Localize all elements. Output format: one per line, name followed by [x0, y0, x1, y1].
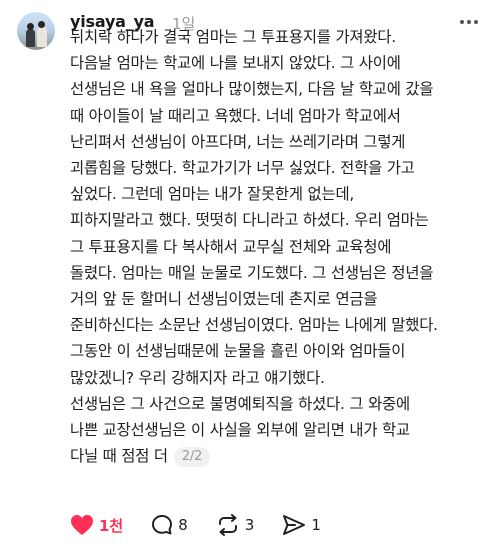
post-line: 준비하신다는 소문난 선생님이였다. 엄마는 나에게 말했다. — [70, 316, 438, 335]
post-line: 다음날 엄마는 학교에 나를 보내지 않았다. 그 사이에 — [70, 54, 401, 73]
post-line: 피하지말라고 했다. 떳떳히 다니라고 하셨다. 우리 엄마는 — [70, 211, 429, 230]
post-line: 그 투표용지를 다 복사해서 교무실 전체와 교육청에 — [70, 237, 392, 256]
like-button[interactable]: 1천 — [70, 514, 123, 536]
share-count: 1 — [311, 516, 321, 534]
post-line: 많았겠니? 우리 강해지자 라고 얘기했다. — [70, 368, 325, 387]
post-line: 때 아이들이 날 때리고 욕했다. 너네 엄마가 학교에서 — [70, 106, 401, 125]
post-line: 거의 앞 둔 할머니 선생님이였는데 촌지로 연금을 — [70, 290, 378, 309]
post-line: 난리펴서 선생님이 아프다며, 너는 쓰레기라며 그렇게 — [70, 132, 406, 151]
like-count: 1천 — [99, 516, 124, 535]
post-line: 선생님은 그 사건으로 불명예퇴직을 하셨다. 그 와중에 — [70, 394, 410, 413]
post-line: 괴롭힘을 당했다. 학교가기가 너무 싫었다. 전학을 가고 — [70, 159, 415, 178]
avatar-figure — [27, 23, 34, 30]
page-indicator-badge: 2/2 — [173, 447, 211, 468]
post-line: 선생님은 내 욕을 얼마나 많이했는지, 다음 날 학교에 갔을 — [70, 80, 434, 99]
share-button[interactable]: 1 — [282, 514, 321, 536]
avatar-figure — [37, 27, 47, 47]
post-line: 뒤치락 하다가 결국 엄마는 그 투표용지를 가져왔다. — [70, 28, 396, 46]
repost-icon — [218, 514, 237, 536]
repost-button[interactable]: 3 — [216, 514, 255, 536]
post-body: 뒤치락 하다가 결국 엄마는 그 투표용지를 가져왔다. 다음날 엄마는 학교에… — [70, 24, 495, 469]
post-last-line: 다닐 때 점점 더 2/2 — [70, 443, 495, 469]
action-bar: 1천 8 3 1 — [70, 514, 349, 536]
heart-icon — [71, 515, 93, 535]
post-line-text: 다닐 때 점점 더 — [70, 447, 168, 466]
post-line: 돌렸다. 엄마는 매일 눈물로 기도했다. 그 선생님은 정년을 — [70, 263, 434, 282]
comment-icon — [152, 515, 173, 535]
comment-count: 8 — [178, 516, 188, 534]
post-line: 나쁜 교장선생님은 이 사실을 외부에 알리면 내가 학교 — [70, 421, 410, 440]
send-icon — [283, 515, 306, 535]
avatar[interactable] — [17, 12, 55, 50]
post-line: 싶었다. 그런데 엄마는 내가 잘못한게 없는데, — [70, 185, 355, 204]
post-line: 그동안 이 선생님때문에 눈물을 흘린 아이와 엄마들이 — [70, 342, 406, 361]
repost-count: 3 — [244, 516, 255, 534]
comment-button[interactable]: 8 — [151, 514, 188, 536]
avatar-figure — [26, 29, 35, 47]
avatar-figure — [38, 21, 45, 28]
